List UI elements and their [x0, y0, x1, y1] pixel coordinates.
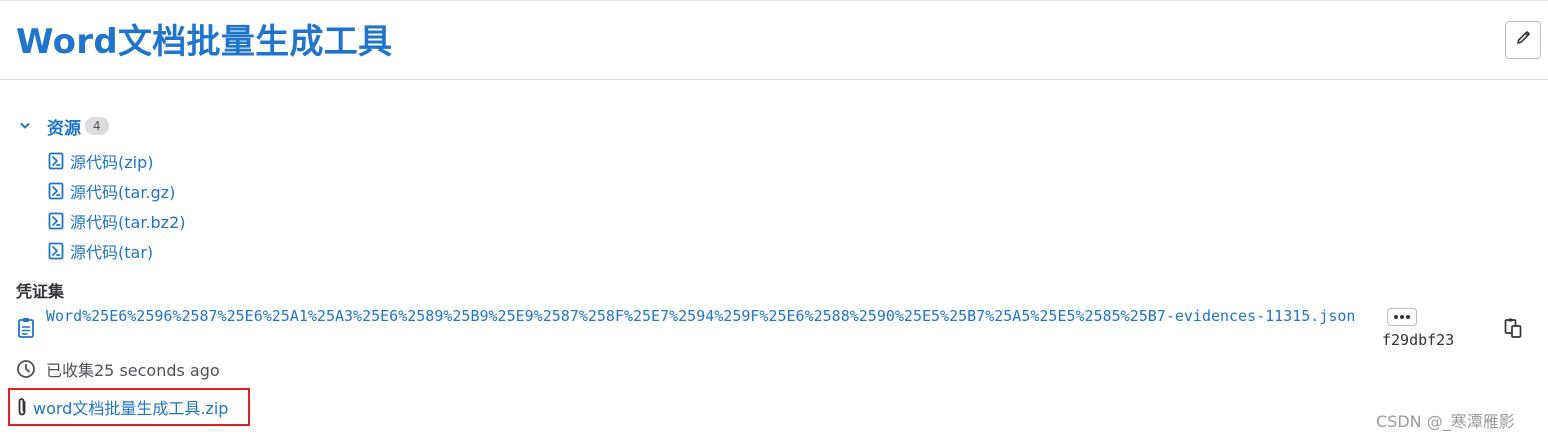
- attachment-link[interactable]: word文档批量生成工具.zip: [16, 394, 228, 420]
- asset-link-source-tar-gz[interactable]: 源代码(tar.gz): [48, 179, 175, 203]
- asset-link-source-tar[interactable]: 源代码(tar): [48, 239, 153, 263]
- asset-link-label: 源代码(tar.gz): [70, 183, 176, 202]
- more-dots-icon: [1393, 315, 1411, 319]
- assets-section-toggle[interactable]: 资源 4: [18, 114, 109, 139]
- page-title: Word文档批量生成工具: [16, 22, 393, 62]
- pencil-icon: [1515, 30, 1531, 50]
- evidence-file-link[interactable]: Word%25E6%2596%2587%25E6%25A1%25A3%25E6%…: [46, 303, 1356, 329]
- archive-file-icon: [48, 182, 64, 200]
- asset-link-label: 源代码(tar): [70, 243, 154, 262]
- evidence-sha: f29dbf23: [1382, 331, 1455, 349]
- archive-file-icon: [48, 152, 64, 170]
- archive-file-icon: [48, 212, 64, 230]
- evidence-heading: 凭证集: [16, 282, 65, 301]
- edit-release-button[interactable]: [1505, 21, 1541, 59]
- archive-file-icon: [48, 242, 64, 260]
- asset-link-source-zip[interactable]: 源代码(zip): [48, 149, 154, 173]
- evidence-collected-time: 已收集25 seconds ago: [16, 357, 220, 381]
- attachment-label: word文档批量生成工具.zip: [33, 399, 229, 418]
- collected-text: 已收集25 seconds ago: [46, 361, 220, 380]
- chevron-down-icon: [18, 119, 32, 133]
- assets-count-badge: 4: [85, 117, 109, 135]
- more-options-button[interactable]: [1387, 308, 1417, 326]
- clock-icon: [16, 359, 36, 379]
- copy-icon: [1504, 317, 1522, 343]
- clipboard-icon: [17, 316, 35, 340]
- copy-evidence-sha-button[interactable]: [1502, 318, 1524, 342]
- assets-label: 资源: [47, 118, 81, 139]
- paperclip-icon: [16, 397, 28, 417]
- asset-link-source-tar-bz2[interactable]: 源代码(tar.bz2): [48, 209, 186, 233]
- asset-link-label: 源代码(zip): [70, 153, 154, 172]
- release-header: Word文档批量生成工具: [0, 1, 1548, 80]
- watermark: CSDN @_寒潭雁影: [1376, 412, 1515, 431]
- asset-link-label: 源代码(tar.bz2): [70, 213, 186, 232]
